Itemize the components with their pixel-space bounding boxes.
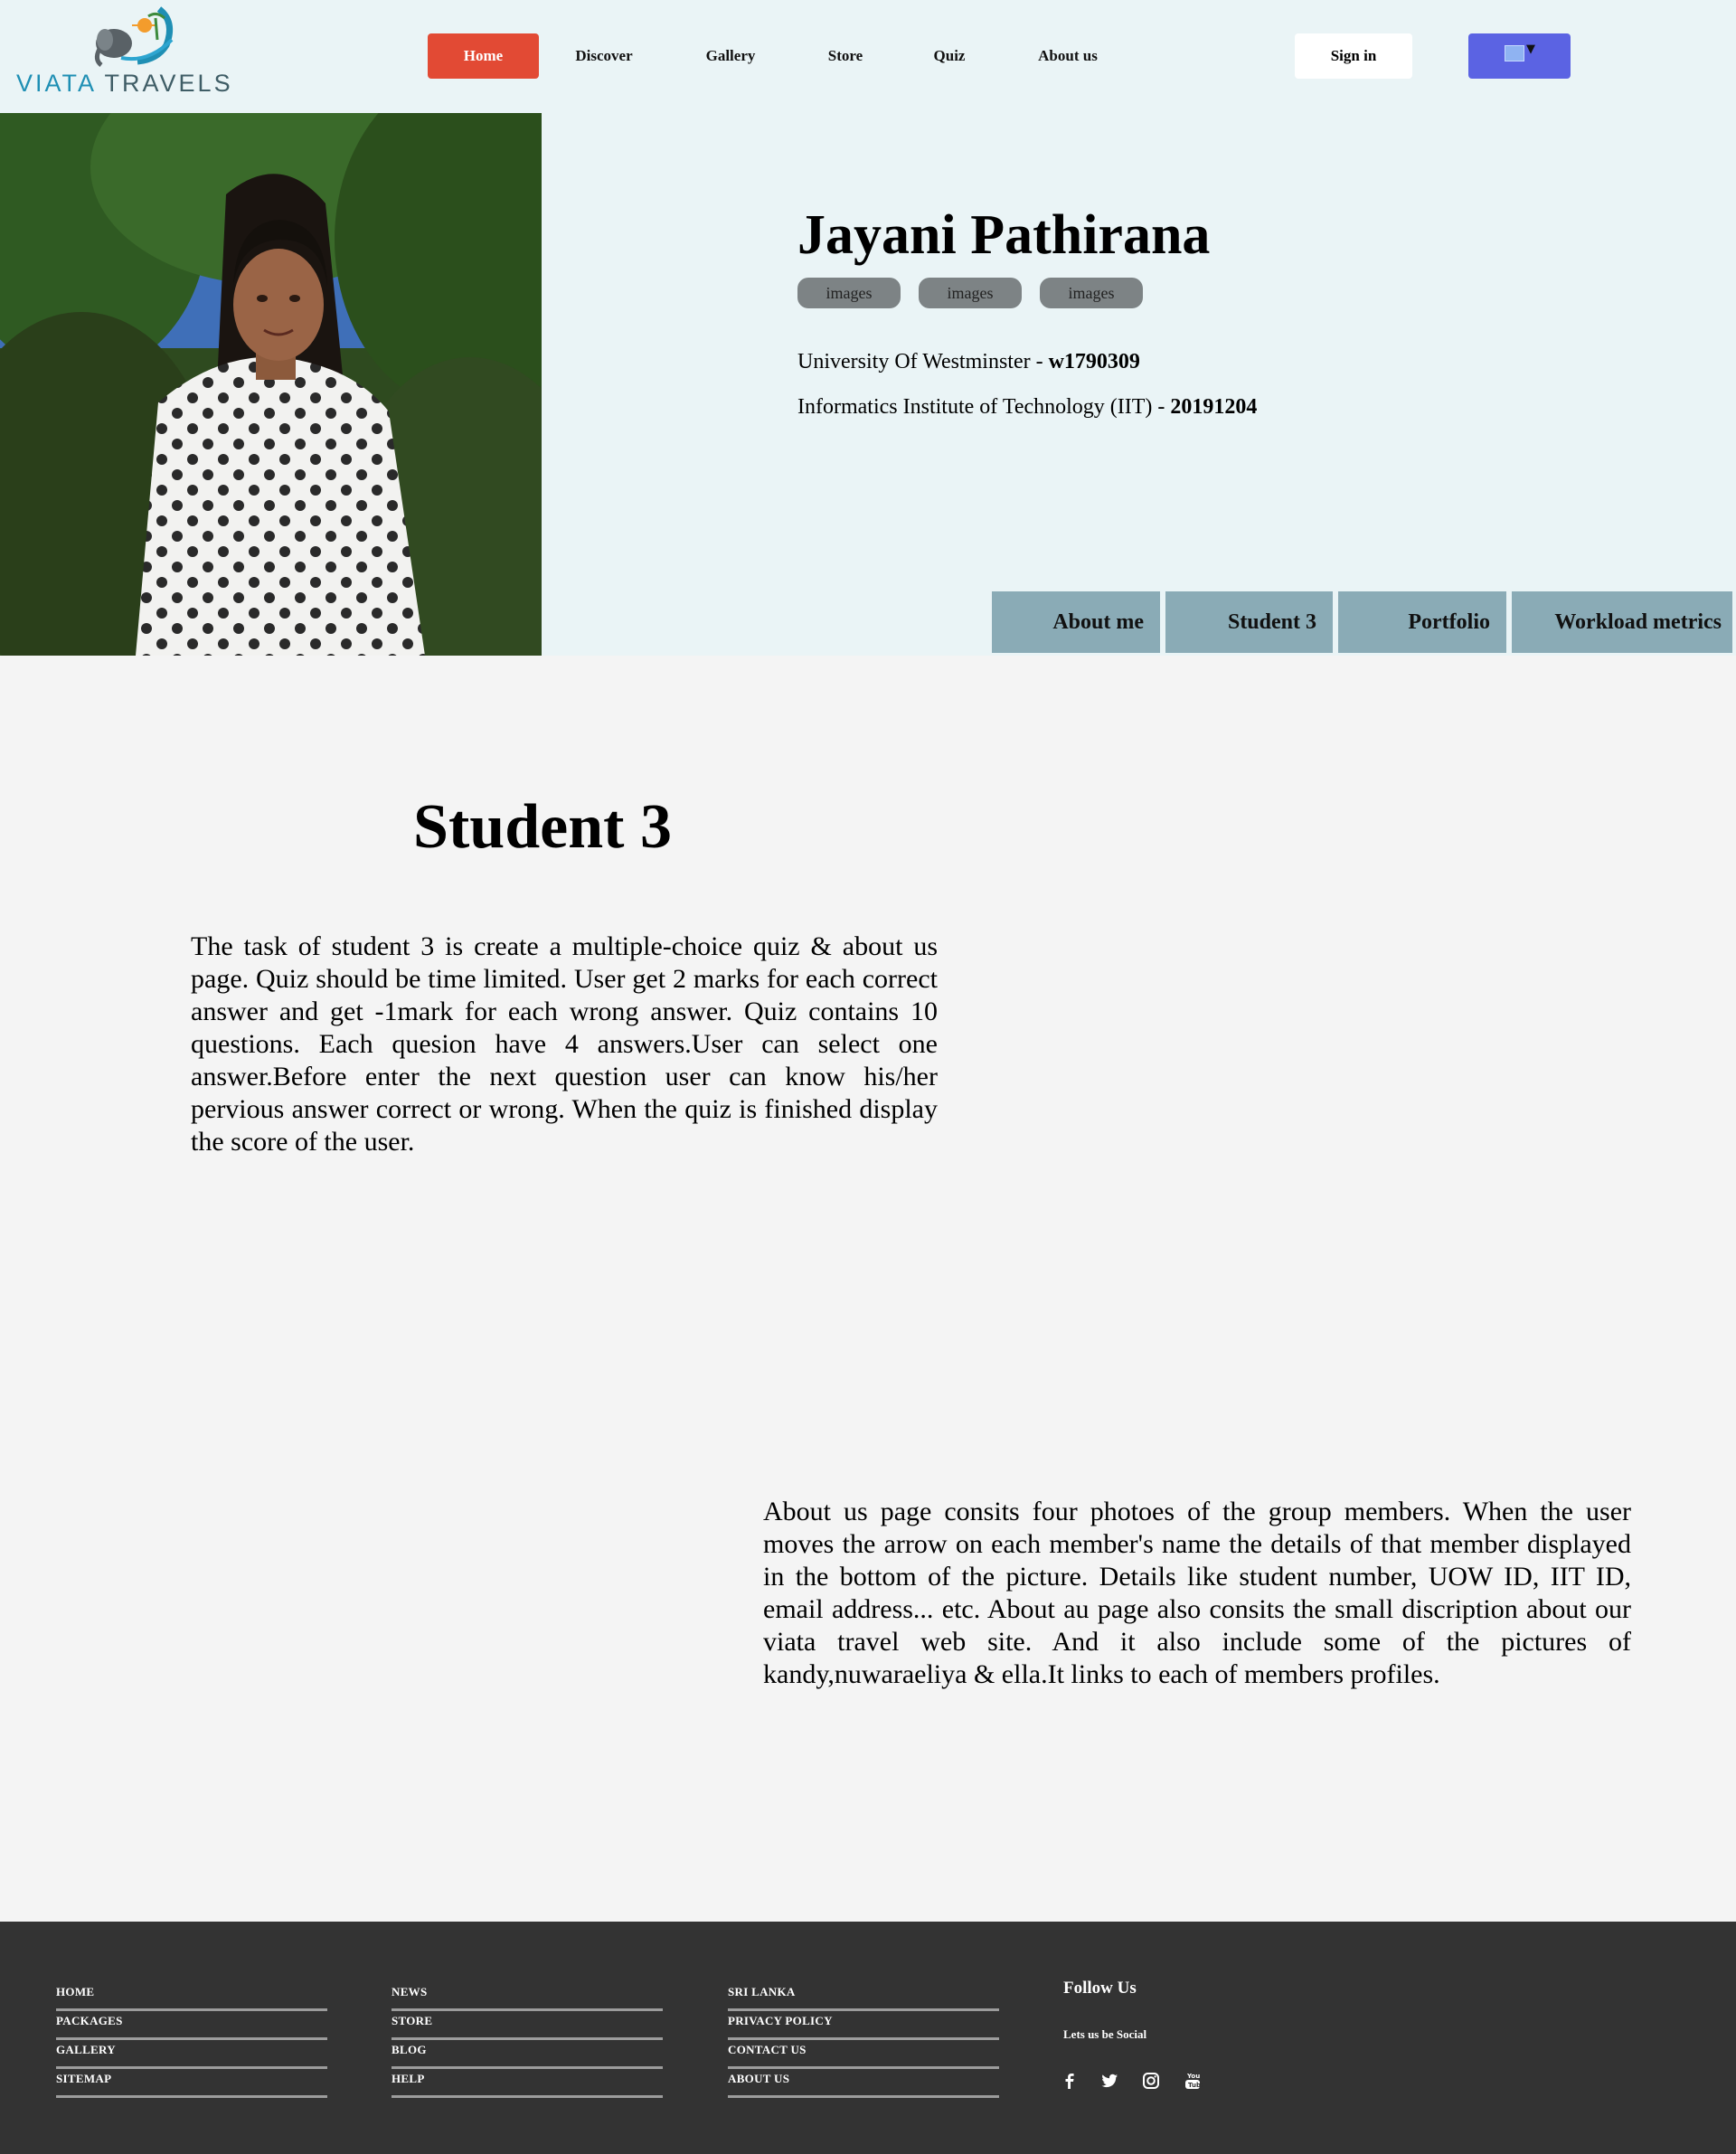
tag-images-3[interactable]: images (1040, 278, 1143, 308)
footer-column-2: NEWS STORE BLOG HELP (392, 1983, 663, 2099)
nav-about-us[interactable]: About us (1023, 33, 1113, 79)
nav-home[interactable]: Home (428, 33, 539, 79)
footer-link-about-us[interactable]: ABOUT US (728, 2070, 999, 2098)
footer-link-privacy-policy[interactable]: PRIVACY POLICY (728, 2012, 999, 2040)
youtube-icon[interactable]: You Tube (1183, 2071, 1203, 2091)
footer-link-sitemap[interactable]: SITEMAP (56, 2070, 327, 2098)
footer-link-news[interactable]: NEWS (392, 1983, 663, 2011)
logo-word-travels: TRAVELS (104, 70, 233, 97)
iit-id: 20191204 (1170, 395, 1258, 419)
instagram-icon[interactable] (1141, 2071, 1161, 2091)
footer-link-gallery[interactable]: GALLERY (56, 2041, 327, 2069)
svg-text:Tube: Tube (1188, 2082, 1203, 2089)
tab-about-me[interactable]: About me (992, 591, 1160, 653)
iit-name: Informatics Institute of Technology (IIT… (797, 395, 1171, 419)
sign-in-button[interactable]: Sign in (1295, 33, 1412, 79)
caret-down-icon: ▼ (1526, 43, 1535, 56)
logo-wordmark: VIATA TRAVELS (16, 70, 260, 98)
student-task-paragraph: The task of student 3 is create a multip… (191, 931, 938, 1157)
footer-link-sri-lanka[interactable]: SRI LANKA (728, 1983, 999, 2011)
follow-us-subtitle: Lets us be Social (1063, 2027, 1147, 2041)
footer-link-contact-us[interactable]: CONTACT US (728, 2041, 999, 2069)
twitter-icon[interactable] (1099, 2071, 1119, 2091)
follow-us-heading: Follow Us (1063, 1979, 1137, 1998)
university-line: University Of Westminster - w1790309 (797, 350, 1140, 374)
profile-name: Jayani Pathirana (797, 204, 1211, 266)
facebook-icon[interactable] (1060, 2071, 1080, 2091)
profile-hero: Jayani Pathirana images images images Un… (0, 113, 1736, 656)
section-title: Student 3 (413, 792, 672, 862)
footer-link-home[interactable]: HOME (56, 1983, 327, 2011)
about-us-page-paragraph: About us page consits four photoes of th… (763, 1497, 1631, 1689)
nav-discover[interactable]: Discover (559, 33, 649, 79)
iit-line: Informatics Institute of Technology (IIT… (797, 395, 1257, 420)
footer-column-1: HOME PACKAGES GALLERY SITEMAP (56, 1983, 327, 2099)
uow-id: w1790309 (1048, 350, 1140, 373)
tag-images-1[interactable]: images (797, 278, 901, 308)
nav-gallery[interactable]: Gallery (685, 33, 776, 79)
site-header: VIATA TRAVELS Home Discover Gallery Stor… (0, 0, 1736, 113)
tag-images-2[interactable]: images (919, 278, 1022, 308)
footer-link-packages[interactable]: PACKAGES (56, 2012, 327, 2040)
nav-quiz[interactable]: Quiz (904, 33, 995, 79)
university-name: University Of Westminster - (797, 350, 1049, 373)
profile-photo (0, 113, 542, 656)
logo-word-viata: VIATA (16, 70, 96, 97)
tab-portfolio[interactable]: Portfolio (1338, 591, 1506, 653)
footer-link-store[interactable]: STORE (392, 2012, 663, 2040)
elephant-logo-icon (94, 6, 174, 67)
tab-workload-metrics[interactable]: Workload metrics (1512, 591, 1732, 653)
viata-travels-logo[interactable]: VIATA TRAVELS (13, 4, 248, 101)
nav-store[interactable]: Store (800, 33, 891, 79)
tab-student-3[interactable]: Student 3 (1165, 591, 1333, 653)
site-footer: HOME PACKAGES GALLERY SITEMAP NEWS STORE… (0, 1922, 1736, 2154)
footer-column-3: SRI LANKA PRIVACY POLICY CONTACT US ABOU… (728, 1983, 999, 2099)
language-select-button[interactable]: ▼ (1468, 33, 1571, 79)
footer-link-help[interactable]: HELP (392, 2070, 663, 2098)
svg-text:You: You (1186, 2073, 1200, 2080)
footer-link-blog[interactable]: BLOG (392, 2041, 663, 2069)
translate-flag-icon (1505, 45, 1524, 61)
